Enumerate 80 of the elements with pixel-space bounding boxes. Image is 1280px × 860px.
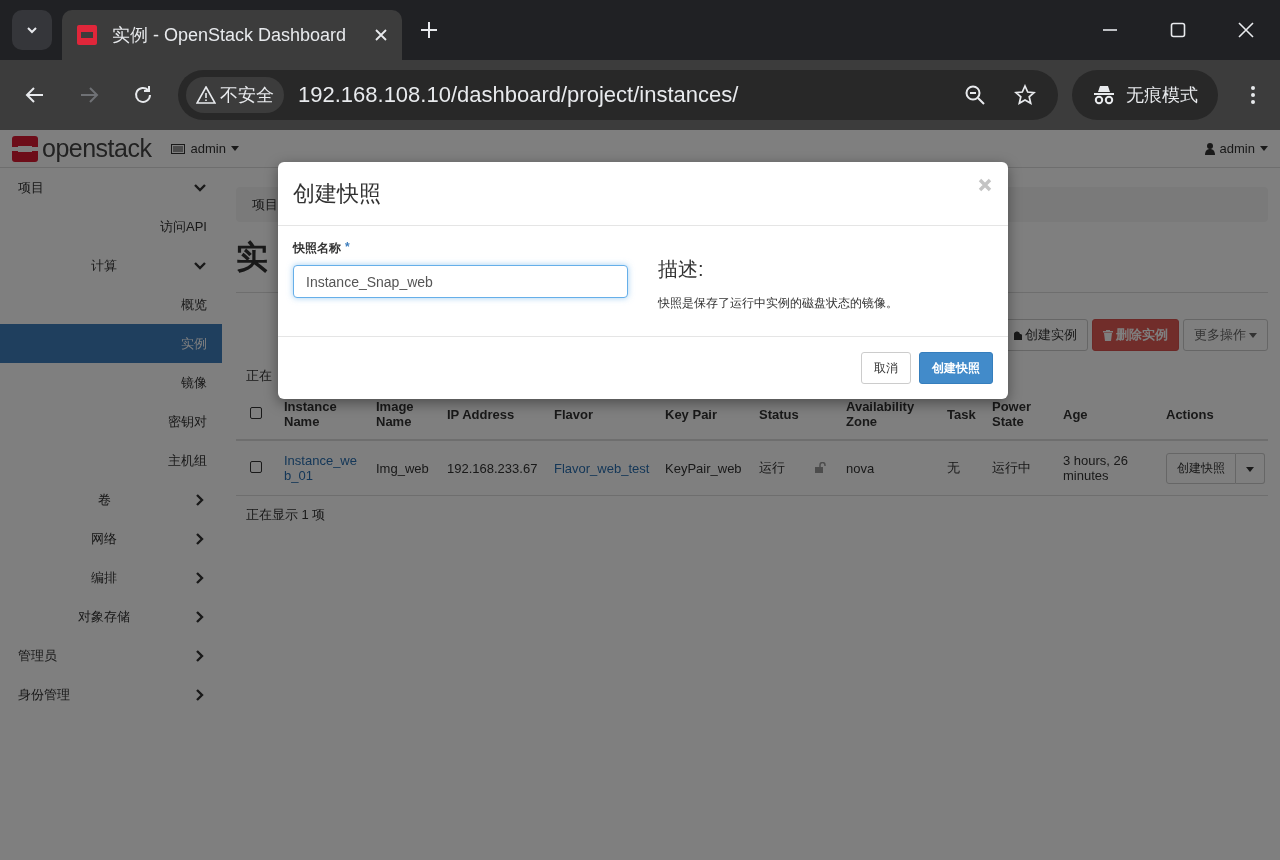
column-header: IP Address [447, 406, 515, 422]
snapshot-name-field[interactable]: Instance_Snap_web [293, 265, 628, 298]
project-dropdown[interactable]: admin [171, 141, 239, 156]
incognito-icon [1092, 84, 1116, 106]
table-cell: 运行 [759, 460, 785, 475]
caret-icon [230, 146, 239, 151]
table-cell: 3 hours, 26 minutes [1063, 453, 1129, 483]
sidebar-group[interactable]: 管理员 [0, 636, 222, 675]
zoom-icon[interactable] [964, 84, 986, 106]
user-icon [1204, 142, 1215, 155]
table-cell: KeyPair_web [665, 460, 742, 476]
tab-title: 实例 - OpenStack Dashboard [112, 24, 348, 47]
table-cell: Img_web [376, 460, 429, 476]
create-snapshot-button[interactable]: 创建快照 [1166, 452, 1236, 484]
column-header: Flavor [554, 406, 593, 422]
url-text: 192.168.108.10/dashboard/project/instances/ [298, 82, 740, 108]
user-dropdown[interactable]: admin [1204, 141, 1268, 156]
sidebar-group[interactable]: 身份管理 [0, 675, 222, 714]
sidebar-item[interactable]: 镜像 [0, 363, 222, 402]
description-heading: 描述: [658, 257, 705, 282]
sidebar-group[interactable]: 项目 [0, 168, 222, 207]
menu-icon[interactable] [1250, 84, 1256, 106]
create-snapshot-button[interactable]: 创建快照 [919, 352, 993, 384]
row-checkbox[interactable] [250, 460, 262, 473]
breadcrumb-link[interactable]: 项目 [252, 195, 278, 214]
column-header: Image Name [376, 399, 414, 429]
column-header: Power State [992, 399, 1031, 429]
incognito-chip[interactable]: 无痕模式 [1072, 70, 1218, 120]
more-actions-button[interactable]: 更多操作 [1183, 319, 1268, 351]
table-link[interactable]: Instance_web_01 [284, 453, 360, 483]
sidebar-group[interactable]: 卷 [0, 480, 208, 519]
caret-icon [1260, 146, 1268, 151]
table-cell: 无 [947, 460, 960, 475]
column-header: Status [759, 406, 799, 422]
security-chip[interactable]: 不安全 [186, 77, 284, 113]
sidebar-group[interactable]: 计算 [0, 246, 208, 285]
openstack-logo[interactable]: openstack [12, 134, 152, 163]
column-header: Actions [1166, 406, 1214, 422]
sidebar-item[interactable]: 密钥对 [0, 402, 222, 441]
warning-icon [196, 86, 216, 104]
sidebar-item[interactable]: 主机组 [0, 441, 222, 480]
select-all-checkbox[interactable] [250, 406, 262, 419]
column-header: Task [947, 406, 976, 422]
sidebar-group[interactable]: 对象存储 [0, 597, 208, 636]
table-link[interactable]: Flavor_web_test [554, 460, 650, 476]
cancel-button[interactable]: 取消 [861, 352, 911, 384]
caret-icon [1249, 332, 1257, 338]
dialog-title: 创建快照 [293, 179, 381, 208]
browser-tab[interactable]: 实例 - OpenStack Dashboard [62, 10, 402, 60]
star-icon[interactable] [1014, 84, 1036, 106]
sidebar-item[interactable]: 访问API [0, 207, 222, 246]
maximize-icon[interactable] [1170, 22, 1186, 38]
reload-icon[interactable] [132, 84, 154, 106]
item-count: 正在显示 1 项 [245, 506, 327, 524]
sidebar-group[interactable]: 网络 [0, 519, 208, 558]
actions-dropdown-button[interactable] [1236, 452, 1265, 484]
address-bar[interactable]: 不安全 192.168.108.10/dashboard/project/instances/ [178, 70, 1058, 120]
sidebar-item[interactable]: 实例 [0, 324, 222, 363]
caret-icon [1246, 467, 1254, 472]
description-text: 快照是保存了运行中实例的磁盘状态的镜像。 [658, 295, 898, 312]
sidebar-item[interactable]: 概览 [0, 285, 222, 324]
cloud-icon [1014, 330, 1022, 340]
table-cell: 运行中 [992, 460, 1031, 475]
field-label: 快照名称 [293, 241, 341, 255]
column-header: Key Pair [665, 406, 718, 422]
delete-instance-button[interactable]: 删除实例 [1092, 319, 1179, 351]
required-mark: * [345, 240, 350, 254]
new-tab-icon[interactable] [420, 21, 438, 39]
logo-icon [12, 135, 38, 162]
sidebar-group[interactable]: 编排 [0, 558, 208, 597]
table-cell: nova [846, 460, 875, 476]
column-header: Availability Zone [846, 399, 915, 429]
list-icon [171, 143, 186, 154]
favicon-icon [76, 24, 98, 46]
security-label: 不安全 [220, 84, 274, 107]
trash-icon [1103, 329, 1113, 341]
column-header: Instance Name [284, 399, 337, 429]
table-cell: 192.168.233.67 [447, 460, 538, 476]
column-header: Age [1063, 406, 1088, 422]
item-count: 正在 [246, 368, 272, 383]
